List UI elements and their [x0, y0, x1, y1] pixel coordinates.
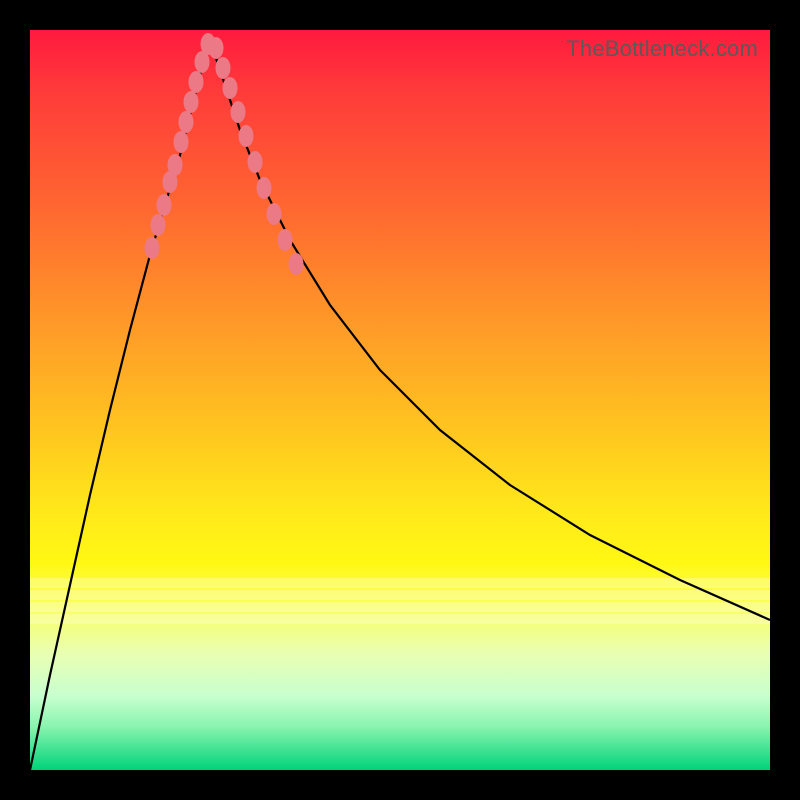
- data-marker: [257, 177, 272, 199]
- data-marker: [223, 77, 238, 99]
- right-branch-curve: [210, 40, 770, 620]
- data-marker: [248, 151, 263, 173]
- marker-layer: [145, 33, 304, 275]
- data-marker: [216, 57, 231, 79]
- data-marker: [189, 71, 204, 93]
- watermark-text: TheBottleneck.com: [566, 36, 758, 62]
- data-marker: [278, 229, 293, 251]
- data-marker: [168, 154, 183, 176]
- data-marker: [157, 194, 172, 216]
- data-marker: [145, 237, 160, 259]
- data-marker: [174, 131, 189, 153]
- data-marker: [231, 101, 246, 123]
- curve-layer: [30, 30, 770, 770]
- chart-frame: TheBottleneck.com: [0, 0, 800, 800]
- data-marker: [179, 111, 194, 133]
- data-marker: [267, 203, 282, 225]
- curve-path-right: [210, 40, 770, 620]
- plot-area: TheBottleneck.com: [30, 30, 770, 770]
- data-marker: [151, 214, 166, 236]
- data-marker: [289, 253, 304, 275]
- data-marker: [209, 37, 224, 59]
- data-marker: [184, 91, 199, 113]
- data-marker: [239, 125, 254, 147]
